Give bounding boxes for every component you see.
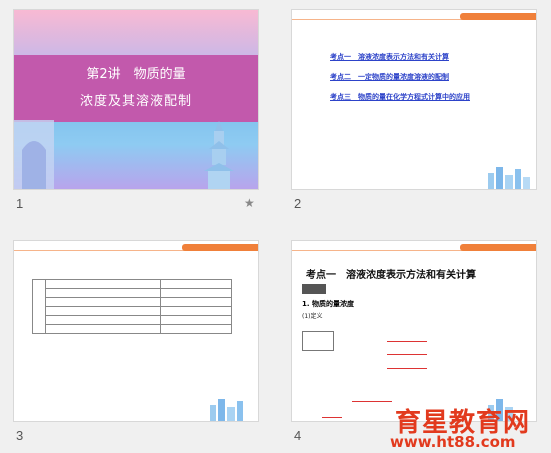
section-badge [302,284,326,294]
slide-thumbnail-2[interactable]: 考点一 溶液浓度表示方法和有关计算 考点二 一定物质的量浓度溶液的配制 考点三 … [292,10,536,189]
slide-thumbnail-4[interactable]: 考点一 溶液浓度表示方法和有关计算 1. 物质的量浓度 (1)定义 [292,241,536,421]
arch-illustration [14,120,54,189]
slide4-title: 考点一 溶液浓度表示方法和有关计算 [306,270,476,281]
toc-link-3[interactable]: 考点三 物质的量在化学方程式计算中的应用 [330,92,470,102]
watermark-url: www.ht88.com [390,433,516,451]
city-decoration [488,167,530,189]
toc-link-1[interactable]: 考点一 溶液浓度表示方法和有关计算 [330,52,449,62]
slide-number-2: 2 [294,196,302,211]
slide1-title-line1: 第2讲 物质的量 [86,67,186,82]
slide1-title-line2: 浓度及其溶液配制 [79,94,192,109]
slide4-section: 1. 物质的量浓度 [302,300,354,308]
concept-box [302,331,334,351]
blank-line [322,417,342,418]
pagoda-illustration [204,121,234,189]
content-table [32,279,232,334]
blank-line [387,341,427,342]
slide-thumbnail-3[interactable] [14,241,258,421]
slide-number-1: 1 [16,196,24,211]
blank-line [387,354,427,355]
slide-number-3: 3 [16,428,24,443]
star-icon[interactable]: ★ [244,196,255,210]
slide-thumbnail-1[interactable]: 第2讲 物质的量 浓度及其溶液配制 [14,10,258,189]
slide-number-4: 4 [294,428,302,443]
city-decoration [210,399,243,421]
blank-line [352,401,392,402]
slide4-subheading: (1)定义 [302,313,323,320]
slide-header [292,10,536,22]
slide-header [14,241,258,253]
blank-line [387,368,427,369]
toc-link-2[interactable]: 考点二 一定物质的量浓度溶液的配制 [330,72,449,82]
slide-header [292,241,536,253]
